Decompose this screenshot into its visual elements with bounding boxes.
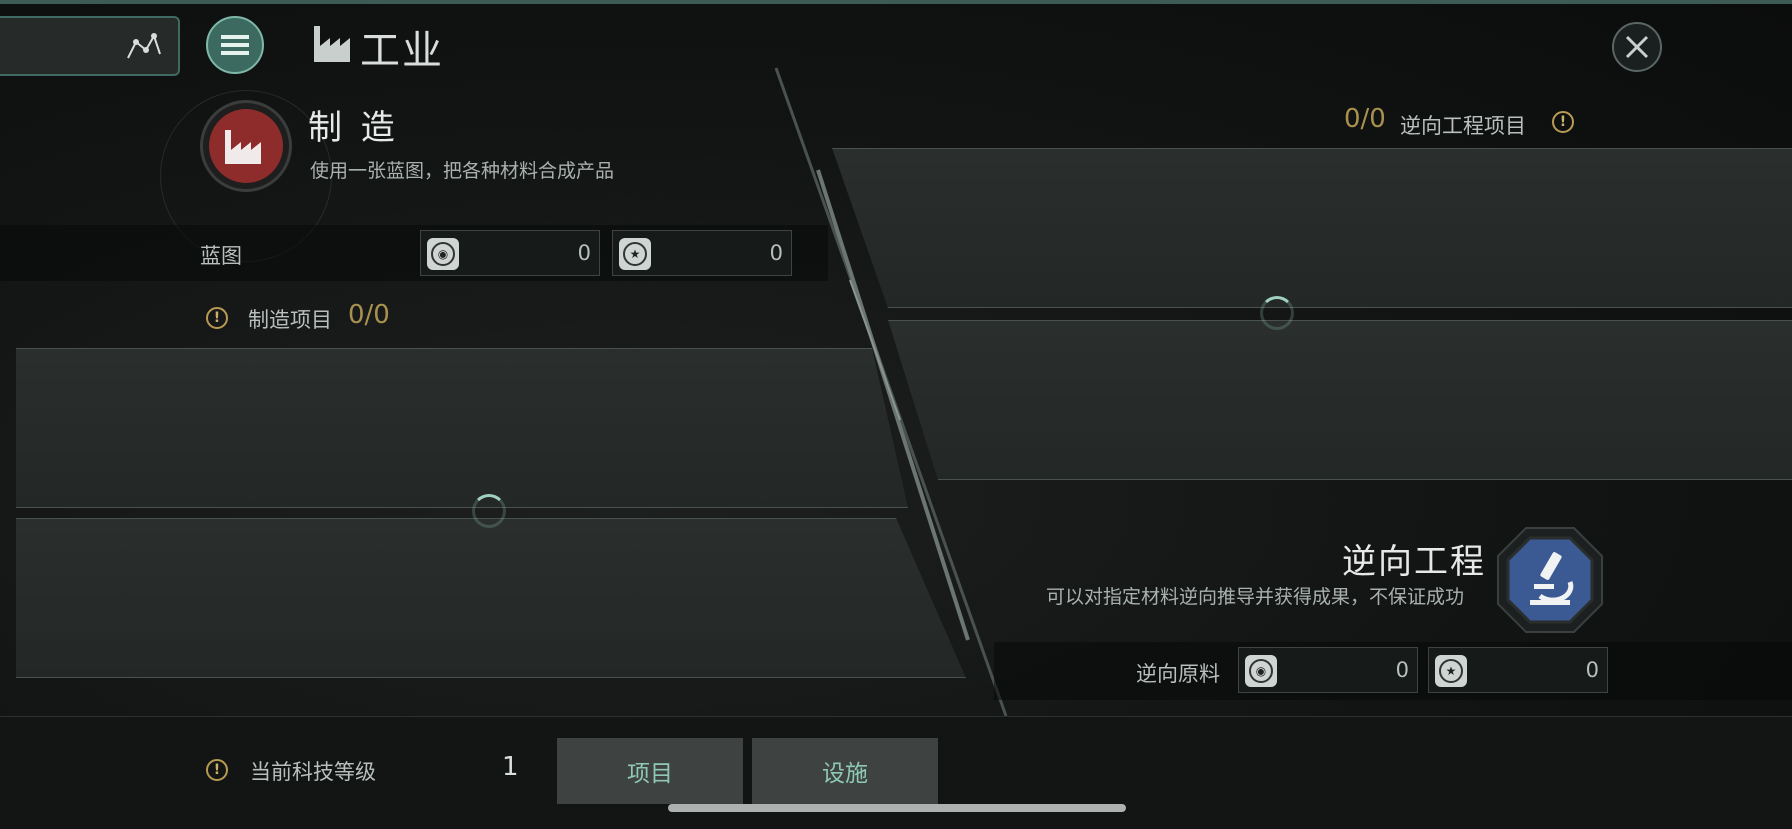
tech-level-label: 当前科技等级: [250, 760, 376, 784]
star-map-button[interactable]: [0, 16, 180, 76]
home-indicator[interactable]: [668, 804, 1126, 812]
manufacture-slot-2[interactable]: [16, 518, 966, 678]
tab-projects[interactable]: 项目: [557, 738, 743, 804]
star-map-icon: [127, 33, 161, 59]
tech-info-icon[interactable]: !: [206, 759, 228, 781]
reverse-slot-1[interactable]: [832, 148, 1792, 308]
reverse-info-icon[interactable]: !: [1552, 111, 1574, 133]
material-copy-value: 0: [1585, 658, 1599, 682]
reverse-title: 逆向工程: [1342, 542, 1486, 582]
material-original-value: 0: [1395, 658, 1409, 682]
manufacture-items-label: 制造项目: [248, 308, 332, 332]
blueprint-original-value: 0: [577, 241, 591, 265]
manufacture-slot-1[interactable]: [16, 348, 908, 508]
menu-icon: [221, 35, 249, 55]
page-title: 工业: [360, 28, 444, 74]
manufacture-title: 制 造: [308, 108, 399, 148]
factory-icon: [225, 130, 261, 164]
blueprint-copy-icon: ★: [619, 238, 651, 270]
reverse-material-label: 逆向原料: [1136, 662, 1220, 686]
material-copy-slot[interactable]: ★ 0: [1428, 647, 1608, 693]
blueprint-original-icon: ◉: [427, 238, 459, 270]
material-original-icon: ◉: [1245, 655, 1277, 687]
material-copy-icon: ★: [1435, 655, 1467, 687]
material-original-slot[interactable]: ◉ 0: [1238, 647, 1418, 693]
manufacture-info-icon[interactable]: !: [206, 307, 228, 329]
reverse-items-label: 逆向工程项目: [1400, 114, 1526, 138]
loading-spinner: [472, 494, 506, 528]
manufacture-items-count: 0/0: [348, 300, 390, 330]
reverse-slot-2[interactable]: [888, 320, 1792, 480]
loading-spinner: [1260, 296, 1294, 330]
manufacture-description: 使用一张蓝图，把各种材料合成产品: [310, 160, 615, 182]
blueprint-label: 蓝图: [200, 244, 242, 268]
factory-icon: [314, 26, 350, 62]
tab-facilities[interactable]: 设施: [752, 738, 938, 804]
manufacture-badge: [200, 100, 292, 192]
reverse-items-count: 0/0: [1344, 104, 1386, 134]
blueprint-copy-slot[interactable]: ★ 0: [612, 230, 792, 276]
blueprint-copy-value: 0: [769, 241, 783, 265]
close-icon: [1625, 35, 1649, 59]
tech-level-value: 1: [502, 752, 519, 782]
reverse-badge: [1497, 527, 1603, 633]
reverse-description: 可以对指定材料逆向推导并获得成果，不保证成功: [1046, 586, 1465, 608]
menu-button[interactable]: [206, 16, 264, 74]
close-button[interactable]: [1612, 22, 1662, 72]
blueprint-original-slot[interactable]: ◉ 0: [420, 230, 600, 276]
